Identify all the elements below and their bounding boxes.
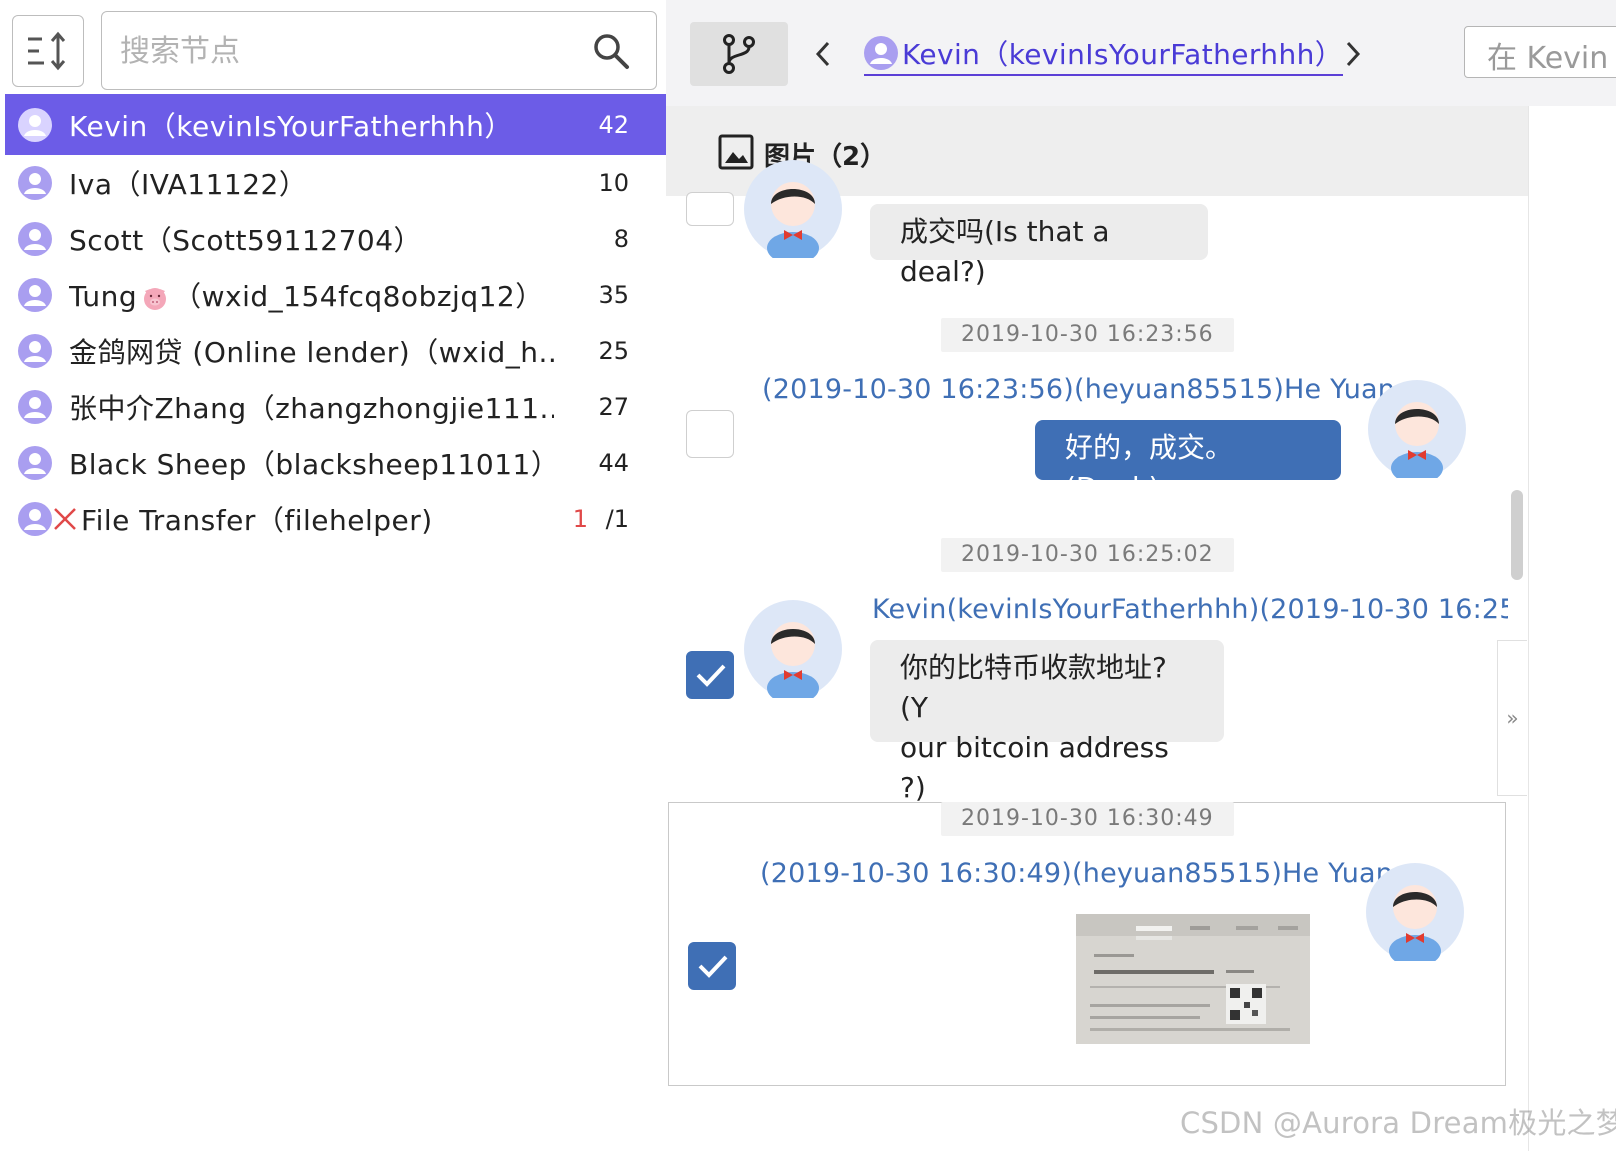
message-checkbox[interactable] xyxy=(686,410,734,458)
pig-emoji-icon xyxy=(144,288,167,310)
timestamp: 2019-10-30 16:30:49 xyxy=(941,802,1234,836)
contact-name: Kevin（kevinIsYourFatherhhh） xyxy=(69,109,513,143)
contact-row-iva[interactable]: Iva（IVA11122） 10 xyxy=(5,155,666,211)
timestamp: 2019-10-30 16:23:56 xyxy=(941,318,1234,352)
message-count: /1 xyxy=(605,505,629,533)
close-icon xyxy=(54,508,76,530)
contact-row-file-transfer[interactable]: File Transfer（filehelper) 1 /1 xyxy=(5,491,666,547)
user-avatar-icon xyxy=(18,334,52,368)
sender-line[interactable]: Kevin(kevinIsYourFatherhhh)(2019-10-30 1… xyxy=(872,594,1508,625)
photo-thumbnail xyxy=(1076,914,1310,1044)
contact-name: 金鸽网贷 (Online lender)（wxid_h... xyxy=(69,336,554,369)
sender-line[interactable]: (2019-10-30 16:30:49)(heyuan85515)He Yua… xyxy=(760,858,1393,889)
contact-list: Kevin（kevinIsYourFatherhhh） 42 Iva（IVA11… xyxy=(5,94,666,547)
sort-button[interactable] xyxy=(12,15,84,87)
user-avatar-icon xyxy=(18,446,52,480)
avatar xyxy=(744,600,842,698)
contact-row-kevin[interactable]: Kevin（kevinIsYourFatherhhh） 42 xyxy=(5,94,666,155)
chat-toolbar: Kevin（kevinIsYourFatherhhh） 在 Kevin xyxy=(666,0,1616,96)
contact-name: File Transfer（filehelper) xyxy=(81,504,433,537)
unread-count: 1 xyxy=(572,505,588,533)
message-count: 27 xyxy=(598,393,629,421)
contact-name: Black Sheep（blacksheep11011） xyxy=(69,448,554,481)
contact-name: Tung （wxid_154fcq8obzjq12） xyxy=(69,275,544,315)
message-bubble: 好的，成交。(Deal.) xyxy=(1035,420,1341,504)
filter-input[interactable]: 在 Kevin xyxy=(1464,26,1616,78)
git-branch-icon xyxy=(723,34,755,74)
contact-row-black-sheep[interactable]: Black Sheep（blacksheep11011） 44 xyxy=(5,435,666,491)
message-count: 10 xyxy=(598,169,629,197)
message-checkbox[interactable] xyxy=(686,192,734,226)
user-avatar-icon xyxy=(18,166,52,200)
contact-name-suffix: （wxid_154fcq8obzjq12） xyxy=(173,280,544,313)
avatar xyxy=(1366,863,1464,961)
checkmark-icon xyxy=(698,955,728,978)
checkmark-icon xyxy=(696,664,726,687)
chat-panel: Kevin（kevinIsYourFatherhhh） 在 Kevin 图片（2… xyxy=(666,0,1616,1151)
contact-name-prefix: Tung xyxy=(69,280,138,313)
user-avatar-icon xyxy=(18,390,52,424)
user-avatar-icon xyxy=(18,502,52,536)
chat-area: 图片（2） 成交吗(Is that a deal?) 2019-10-30 16… xyxy=(666,106,1528,1151)
user-avatar-icon xyxy=(864,36,898,70)
avatar xyxy=(744,160,842,258)
user-avatar-icon xyxy=(18,107,52,142)
breadcrumb[interactable]: Kevin（kevinIsYourFatherhhh） xyxy=(864,32,1344,76)
message-bubble: 你的比特币收款地址?(Y our bitcoin address ?) xyxy=(870,640,1224,804)
message-count: 42 xyxy=(598,110,629,139)
contact-name: Scott（Scott59112704） xyxy=(69,224,423,257)
contact-row-zhang[interactable]: 张中介Zhang（zhangzhongjie111... 27 xyxy=(5,379,666,435)
scrollbar[interactable] xyxy=(1511,490,1523,580)
expand-handle[interactable]: » xyxy=(1497,640,1527,796)
contact-panel: Kevin（kevinIsYourFatherhhh） 42 Iva（IVA11… xyxy=(0,0,666,1151)
image-message[interactable] xyxy=(1076,914,1310,1044)
sort-icon xyxy=(28,31,66,71)
contact-row-scott[interactable]: Scott（Scott59112704） 8 xyxy=(5,211,666,267)
app-window: Kevin（kevinIsYourFatherhhh） 42 Iva（IVA11… xyxy=(0,0,1616,1151)
contact-row-tung[interactable]: Tung （wxid_154fcq8obzjq12） 35 xyxy=(5,267,666,323)
bubble-line: 你的比特币收款地址?(Y xyxy=(900,651,1167,724)
bubble-line: our bitcoin address ?) xyxy=(900,731,1169,804)
message-checkbox[interactable] xyxy=(686,651,734,699)
contact-name: 张中介Zhang（zhangzhongjie111... xyxy=(69,392,554,425)
watermark: CSDN @Aurora Dream极光之梦 xyxy=(1180,1106,1616,1140)
message-checkbox[interactable] xyxy=(688,942,736,990)
user-avatar-icon xyxy=(18,222,52,256)
chevron-right-icon[interactable] xyxy=(1344,40,1362,68)
right-strip xyxy=(1528,106,1616,1151)
search-box xyxy=(101,11,657,90)
contact-name: Iva（IVA11122） xyxy=(69,168,308,201)
message-bubble: 成交吗(Is that a deal?) xyxy=(870,204,1208,288)
search-icon[interactable] xyxy=(592,32,630,70)
double-chevron-right-icon: » xyxy=(1506,706,1519,730)
sender-line[interactable]: (2019-10-30 16:23:56)(heyuan85515)He Yua… xyxy=(762,374,1395,405)
contact-row-online-lender[interactable]: 金鸽网贷 (Online lender)（wxid_h... 25 xyxy=(5,323,666,379)
user-avatar-icon xyxy=(18,278,52,312)
message-count: 25 xyxy=(598,337,629,365)
avatar xyxy=(1368,380,1466,478)
timestamp: 2019-10-30 16:25:02 xyxy=(941,538,1234,572)
chevron-left-icon[interactable] xyxy=(814,40,832,68)
branch-button[interactable] xyxy=(690,22,788,86)
message-count: 35 xyxy=(598,281,629,309)
search-input[interactable] xyxy=(120,26,570,76)
message-count: 44 xyxy=(598,449,629,477)
message-count: 8 xyxy=(613,225,629,253)
breadcrumb-label: Kevin（kevinIsYourFatherhhh） xyxy=(902,38,1344,71)
